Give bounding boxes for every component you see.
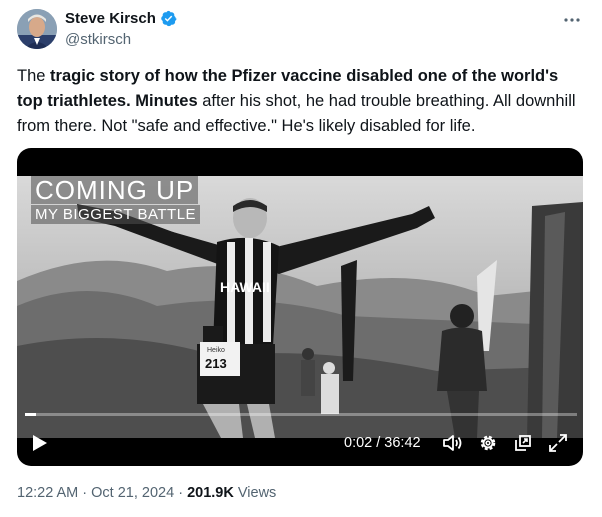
- video-progress-fill: [25, 413, 37, 416]
- video-overlay-subtitle: MY BIGGEST BATTLE: [31, 205, 201, 224]
- play-icon: [33, 435, 47, 451]
- fullscreen-button[interactable]: [545, 425, 571, 461]
- author-handle[interactable]: @stkirsch: [65, 31, 131, 48]
- tweet-time[interactable]: 12:22 AM: [17, 485, 78, 501]
- author-name[interactable]: Steve Kirsch: [65, 10, 156, 27]
- video-progress-bar[interactable]: [25, 413, 577, 416]
- views-count: 201.9K: [187, 485, 234, 501]
- video-player[interactable]: Heiko 213 HAWAII COMING UP MY BIGGEST BA…: [17, 148, 583, 466]
- jersey-text: HAWAII: [220, 279, 270, 295]
- meta-separator: ·: [78, 485, 92, 501]
- play-button[interactable]: [27, 425, 53, 461]
- fullscreen-icon: [549, 434, 567, 452]
- settings-button[interactable]: [475, 425, 501, 461]
- bib-name: Heiko: [207, 347, 225, 354]
- picture-in-picture-icon: [515, 435, 531, 451]
- author-name-row: Steve Kirsch: [65, 10, 177, 27]
- tweet-text-part: The: [17, 67, 51, 85]
- picture-in-picture-button[interactable]: [510, 425, 536, 461]
- video-time: 0:02 / 36:42: [344, 435, 421, 451]
- tweet-date[interactable]: Oct 21, 2024: [91, 485, 174, 501]
- video-controls: 0:02 / 36:42: [17, 425, 583, 461]
- more-horizontal-icon: [564, 18, 580, 22]
- more-options-button[interactable]: [562, 10, 582, 35]
- tweet-meta: 12:22 AM · Oct 21, 2024 · 201.9K Views: [17, 485, 276, 501]
- settings-gear-icon: [480, 435, 496, 451]
- volume-button[interactable]: [440, 425, 466, 461]
- views-label: Views: [233, 485, 277, 501]
- tweet-text: The tragic story of how the Pfizer vacci…: [17, 64, 587, 139]
- volume-icon: [443, 435, 462, 451]
- verified-badge-icon: [161, 10, 177, 27]
- video-overlay-title: COMING UP: [31, 176, 199, 204]
- bib-number: 213: [205, 356, 227, 371]
- author-avatar[interactable]: [17, 9, 57, 49]
- tweet-text-bold: Minutes: [135, 92, 198, 110]
- meta-separator: ·: [174, 485, 188, 501]
